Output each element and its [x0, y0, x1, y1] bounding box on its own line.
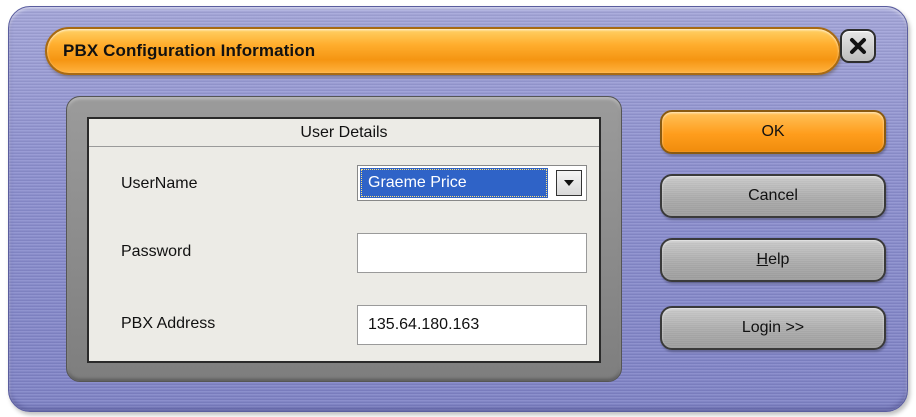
user-details-group: User Details UserName Graeme Price Passw… [87, 117, 601, 363]
help-button[interactable]: Help [660, 238, 886, 282]
password-label: Password [121, 243, 192, 260]
close-button[interactable] [840, 29, 876, 63]
login-button[interactable]: Login >> [660, 306, 886, 350]
pbx-address-label: PBX Address [121, 315, 216, 332]
username-label: UserName [121, 175, 198, 192]
group-header: User Details [89, 119, 599, 147]
help-label-rest: elp [768, 251, 790, 268]
username-combobox[interactable]: Graeme Price [357, 165, 587, 201]
title-bar[interactable]: PBX Configuration Information [45, 27, 841, 75]
user-details-panel: User Details UserName Graeme Price Passw… [66, 96, 622, 382]
cancel-button[interactable]: Cancel [660, 174, 886, 218]
password-field[interactable] [357, 233, 587, 273]
dropdown-button[interactable] [556, 170, 582, 196]
dialog-title: PBX Configuration Information [63, 41, 316, 60]
help-mnemonic: H [756, 251, 769, 268]
ok-button[interactable]: OK [660, 110, 886, 154]
close-x-icon [850, 38, 866, 54]
pbx-address-field[interactable] [357, 305, 587, 345]
username-selected-value[interactable]: Graeme Price [360, 168, 548, 198]
chevron-down-icon [564, 180, 574, 186]
